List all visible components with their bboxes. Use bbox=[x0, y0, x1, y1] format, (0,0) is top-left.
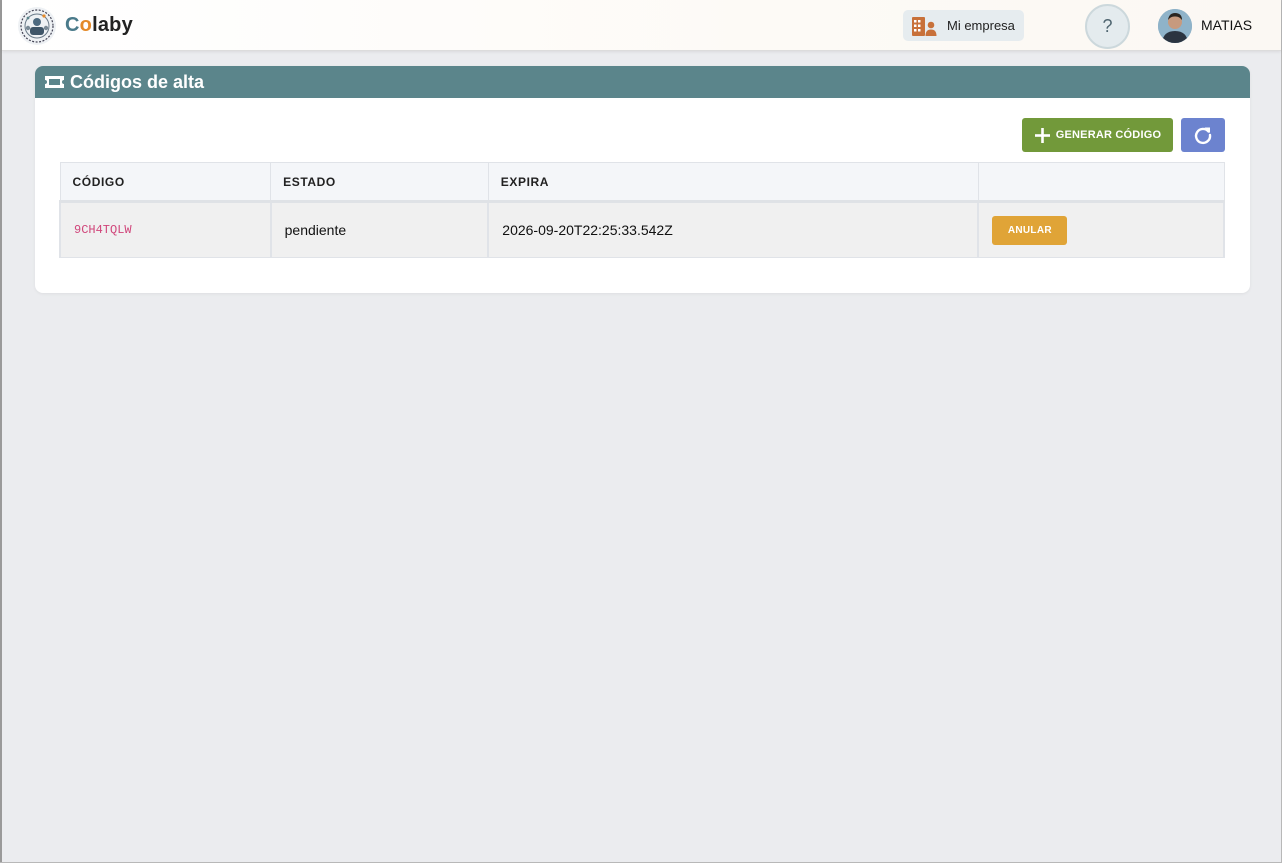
generate-code-label: GENERAR CÓDIGO bbox=[1055, 129, 1162, 141]
brand-name[interactable]: Colaby bbox=[65, 14, 133, 37]
refresh-button[interactable] bbox=[1181, 118, 1225, 152]
user-photo-icon bbox=[1158, 9, 1192, 43]
column-header-actions bbox=[977, 162, 1225, 203]
status-cell: pendiente bbox=[269, 201, 490, 258]
app-logo[interactable] bbox=[18, 7, 56, 45]
codes-card: Códigos de alta GENERAR CÓDIGO CÓDIGO ES… bbox=[35, 66, 1250, 293]
column-header-code[interactable]: CÓDIGO bbox=[59, 162, 272, 203]
window-edge-left bbox=[0, 0, 2, 863]
brand-letter-o: o bbox=[79, 14, 93, 36]
company-icon bbox=[912, 16, 937, 36]
plus-icon bbox=[1034, 127, 1050, 143]
table-header-row: CÓDIGO ESTADO EXPIRA bbox=[59, 162, 1225, 203]
brand-rest: laby bbox=[92, 14, 133, 36]
table-row: 9CH4TQLW pendiente 2026-09-20T22:25:33.5… bbox=[59, 201, 1225, 258]
card-header: Códigos de alta bbox=[35, 66, 1250, 98]
code-cell: 9CH4TQLW bbox=[59, 201, 272, 258]
generate-code-button[interactable]: GENERAR CÓDIGO bbox=[1022, 118, 1173, 152]
ticket-icon bbox=[45, 76, 64, 88]
column-header-status[interactable]: ESTADO bbox=[270, 162, 489, 203]
top-navbar: Colaby Mi empresa ? MATIAS bbox=[2, 0, 1281, 51]
avatar[interactable] bbox=[1158, 9, 1192, 43]
help-icon: ? bbox=[1102, 16, 1113, 36]
brand-letter-c: C bbox=[65, 14, 80, 36]
company-button[interactable]: Mi empresa bbox=[903, 10, 1024, 41]
refresh-icon bbox=[1194, 127, 1212, 145]
codes-table: CÓDIGO ESTADO EXPIRA 9CH4TQLW pendiente … bbox=[59, 162, 1225, 258]
page-title: Códigos de alta bbox=[70, 71, 205, 92]
logo-icon bbox=[20, 9, 54, 43]
company-label: Mi empresa bbox=[947, 18, 1015, 33]
help-button[interactable]: ? bbox=[1085, 4, 1130, 49]
actions-cell: ANULAR bbox=[977, 201, 1225, 258]
column-header-expires[interactable]: EXPIRA bbox=[487, 162, 979, 203]
expires-cell: 2026-09-20T22:25:33.542Z bbox=[487, 201, 980, 258]
user-name[interactable]: MATIAS bbox=[1201, 17, 1252, 33]
anular-button[interactable]: ANULAR bbox=[992, 215, 1068, 245]
